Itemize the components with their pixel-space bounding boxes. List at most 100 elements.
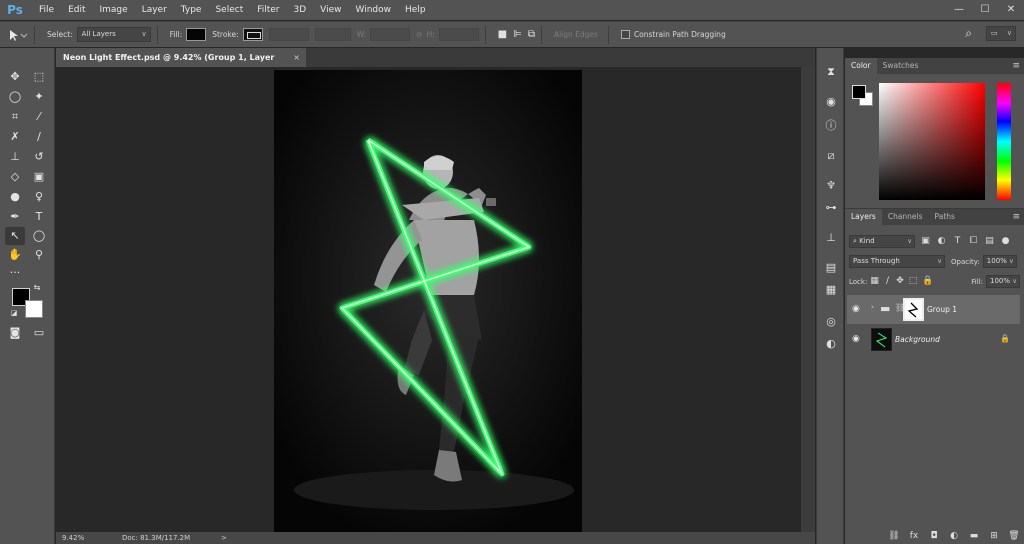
brush-tool-icon[interactable]: ∕ — [29, 128, 49, 146]
search-icon[interactable]: ⌕ — [965, 26, 972, 41]
marquee-tool-icon[interactable]: ⬚ — [29, 68, 49, 86]
quick-mask-icon[interactable]: ◙ — [5, 324, 25, 342]
blur-tool-icon[interactable]: ● — [5, 188, 25, 206]
fill-swatch[interactable] — [186, 28, 207, 41]
clone-stamp-icon[interactable]: ⊥ — [5, 148, 25, 166]
lock-artboard-icon[interactable]: ⬚ — [909, 276, 918, 287]
layer-style-icon[interactable]: fx — [904, 531, 924, 541]
filter-kind-dropdown[interactable]: ⌕ Kind — [849, 235, 915, 248]
stroke-type-field[interactable] — [314, 28, 351, 41]
lock-transparency-icon[interactable]: ▦ — [870, 276, 879, 287]
tool-preset-picker[interactable] — [6, 28, 28, 42]
swap-colors-icon[interactable]: ⇆ — [31, 283, 43, 293]
shape-filter-icon[interactable]: ⧠ — [968, 236, 979, 247]
character-panel-icon[interactable]: ▤ — [823, 260, 839, 276]
lock-all-icon[interactable]: 🔒 — [922, 276, 933, 287]
magic-wand-icon[interactable]: ✦ — [29, 88, 49, 106]
close-button[interactable]: ✕ — [998, 0, 1024, 20]
lock-position-icon[interactable]: ✥ — [896, 276, 904, 287]
tab-swatches[interactable]: Swatches — [877, 58, 925, 74]
tab-paths[interactable]: Paths — [929, 209, 961, 225]
menu-type[interactable]: Type — [174, 0, 209, 20]
tab-layers[interactable]: Layers — [845, 209, 882, 225]
pixel-filter-icon[interactable]: ▣ — [920, 236, 931, 247]
stroke-width-field[interactable] — [268, 28, 309, 41]
history-brush-icon[interactable]: ↺ — [29, 148, 49, 166]
adjustments-panel-icon[interactable]: ◐ — [823, 336, 839, 352]
info-panel-icon[interactable]: ⓘ — [823, 118, 839, 134]
lock-icon[interactable]: 🔒 — [1000, 334, 1010, 343]
menu-3d[interactable]: 3D — [287, 0, 314, 20]
filter-toggle-icon[interactable]: ● — [1000, 236, 1011, 247]
notes-panel-icon[interactable]: ▦ — [823, 282, 839, 298]
select-dropdown[interactable]: All Layers — [76, 27, 151, 42]
add-mask-icon[interactable]: ◘ — [924, 531, 944, 541]
menu-image[interactable]: Image — [93, 0, 135, 20]
menu-view[interactable]: View — [313, 0, 348, 20]
fill-field[interactable]: 100% — [986, 275, 1020, 288]
tab-color[interactable]: Color — [845, 58, 877, 74]
visibility-eye-icon[interactable]: ◉ — [852, 334, 864, 344]
history-panel-icon[interactable]: ⧗ — [823, 64, 839, 80]
zoom-tool-icon[interactable]: ⚲ — [29, 246, 49, 264]
path-alignment-icon[interactable]: ⊫ — [513, 29, 522, 40]
menu-select[interactable]: Select — [208, 0, 250, 20]
lasso-tool-icon[interactable]: ◯ — [5, 88, 25, 106]
smart-object-filter-icon[interactable]: ▤ — [984, 236, 995, 247]
more-tools-icon[interactable]: ··· — [5, 264, 25, 282]
vertical-scrollbar[interactable] — [801, 67, 815, 532]
type-filter-icon[interactable]: T — [952, 236, 963, 247]
lock-pixels-icon[interactable]: ∕ — [884, 276, 891, 287]
status-menu-arrow[interactable]: > — [221, 532, 227, 544]
gradient-tool-icon[interactable]: ▣ — [29, 168, 49, 186]
menu-window[interactable]: Window — [349, 0, 399, 20]
paragraph-settings-icon[interactable]: ⊶ — [823, 200, 839, 216]
panel-menu-icon[interactable]: ≡ — [1012, 58, 1020, 74]
color-picker-field[interactable] — [879, 83, 985, 200]
new-adjustment-layer-icon[interactable]: ◐ — [944, 531, 964, 541]
menu-file[interactable]: File — [32, 0, 61, 20]
clone-source-icon[interactable]: ⊥ — [823, 230, 839, 246]
align-edges-option[interactable]: Align Edges — [554, 30, 598, 39]
tab-channels[interactable]: Channels — [882, 209, 929, 225]
menu-layer[interactable]: Layer — [135, 0, 174, 20]
hand-tool-icon[interactable]: ✋ — [5, 246, 25, 264]
move-tool-icon[interactable]: ✥ — [5, 68, 25, 86]
canvas-area[interactable] — [56, 67, 801, 532]
stroke-swatch[interactable] — [242, 28, 263, 41]
brush-settings-icon[interactable]: ♆ — [823, 178, 839, 194]
delete-layer-icon[interactable]: 🗑 — [1004, 531, 1024, 541]
document-canvas[interactable] — [274, 70, 582, 532]
opacity-field[interactable]: 100% — [982, 255, 1017, 268]
height-field[interactable] — [438, 28, 479, 41]
path-arrangement-icon[interactable]: ⧉ — [528, 29, 535, 40]
width-field[interactable] — [370, 28, 411, 41]
crop-tool-icon[interactable]: ⌗ — [5, 108, 25, 126]
dodge-tool-icon[interactable]: ♀ — [29, 188, 49, 206]
blend-mode-dropdown[interactable]: Pass Through — [849, 255, 945, 268]
expand-group-icon[interactable]: › — [871, 303, 874, 311]
ellipse-tool-icon[interactable]: ◯ — [29, 227, 49, 245]
background-color-swatch[interactable] — [25, 300, 43, 318]
document-tab[interactable]: Neon Light Effect.psd @ 9.42% (Group 1, … — [56, 48, 306, 81]
screen-mode-icon[interactable]: ▭ — [29, 324, 49, 342]
adjustment-filter-icon[interactable]: ◐ — [936, 236, 947, 247]
type-tool-icon[interactable]: T — [29, 208, 49, 226]
new-group-icon[interactable]: ▬ — [964, 531, 984, 541]
layer-row[interactable]: ◉ Background 🔒 — [847, 325, 1020, 354]
path-operations-icon[interactable]: ■ — [498, 29, 507, 40]
eyedropper-icon[interactable]: ⁄ — [29, 108, 49, 126]
path-selection-tool-icon[interactable]: ↖ — [5, 227, 25, 245]
new-layer-icon[interactable]: ⊞ — [984, 531, 1004, 541]
libraries-panel-icon[interactable]: ◎ — [823, 314, 839, 330]
workspace-dropdown[interactable]: ▭ — [986, 26, 1016, 41]
hue-slider[interactable] — [997, 83, 1011, 200]
adjustment-icon[interactable]: ⧄ — [823, 148, 839, 164]
layer-mask-thumbnail[interactable] — [903, 298, 924, 321]
constrain-checkbox[interactable] — [620, 30, 630, 39]
default-colors-icon[interactable]: ◪ — [9, 308, 19, 318]
properties-panel-icon[interactable]: ◉ — [823, 94, 839, 110]
link-layers-icon[interactable]: ⛓ — [884, 531, 904, 541]
maximize-button[interactable]: ☐ — [972, 0, 998, 20]
zoom-level[interactable]: 9.42% — [62, 532, 84, 544]
